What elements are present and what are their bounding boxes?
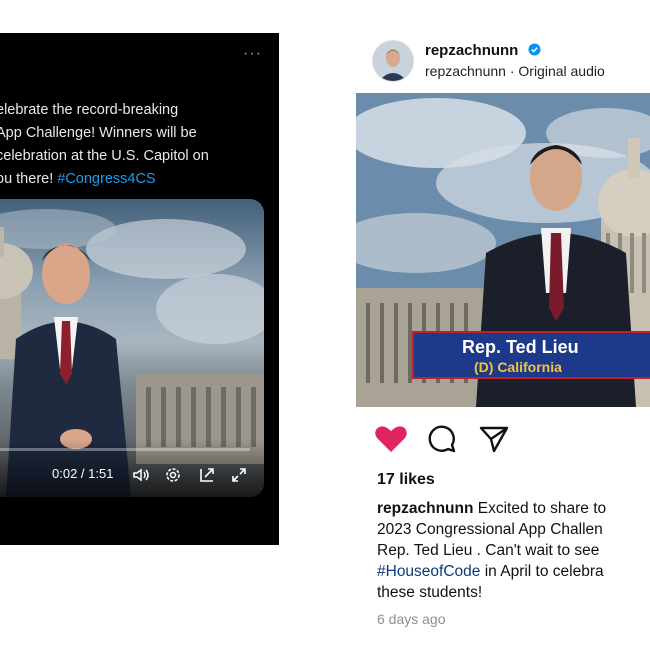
- username-text: repzachnunn: [425, 42, 519, 59]
- caption-line: #HouseofCode in April to celebra: [377, 561, 650, 582]
- name-banner: Rep. Ted Lieu (D) California: [412, 331, 650, 379]
- caption-line: 2023 Congressional App Challen: [377, 521, 603, 538]
- caption-username[interactable]: repzachnunn: [377, 500, 473, 517]
- post-caption: repzachnunn Excited to share to 2023 Con…: [377, 498, 650, 603]
- verified-badge-icon: [527, 43, 541, 56]
- share-icon[interactable]: [478, 424, 510, 454]
- likes-count[interactable]: 17 likes: [377, 471, 435, 489]
- avatar-image: [373, 41, 413, 81]
- video-progress-bar[interactable]: [0, 448, 250, 451]
- avatar[interactable]: [372, 40, 414, 82]
- comment-icon[interactable]: [427, 424, 457, 454]
- caption-text: Excited to share to: [473, 500, 607, 517]
- heart-icon[interactable]: [374, 424, 408, 454]
- caption-line: Rep. Ted Lieu . Can't wait to see: [377, 542, 600, 559]
- caption-line: these students!: [377, 584, 483, 601]
- tweet-line: App Challenge! Winners will be: [0, 125, 197, 141]
- caption-line: repzachnunn Excited to share to: [377, 498, 650, 519]
- post-video[interactable]: Rep. Ted Lieu (D) California: [356, 93, 650, 407]
- hashtag-link[interactable]: #Congress4CS: [57, 171, 155, 187]
- banner-name: Rep. Ted Lieu: [462, 337, 579, 357]
- video-time: 0:02 / 1:51: [52, 466, 114, 481]
- tweet-line: ou there! #Congress4CS: [0, 168, 279, 191]
- banner-state: (D) California: [474, 359, 562, 375]
- audio-subtitle[interactable]: repzachnunn · Original audio: [425, 63, 605, 79]
- tweet-line-text: ou there!: [0, 171, 58, 187]
- caption-text: in April to celebra: [480, 563, 604, 580]
- picture-in-picture-icon[interactable]: [198, 466, 216, 484]
- tweet-text: elebrate the record-breaking App Challen…: [0, 99, 279, 191]
- tweet-video-player[interactable]: 0:02 / 1:51: [0, 199, 264, 497]
- volume-icon[interactable]: [132, 466, 150, 484]
- twitter-post-card: ··· elebrate the record-breaking App Cha…: [0, 33, 279, 545]
- tweet-line: celebration at the U.S. Capitol on: [0, 148, 209, 164]
- caption-hashtag[interactable]: #HouseofCode: [377, 563, 480, 580]
- post-username[interactable]: repzachnunn: [425, 42, 541, 59]
- more-horizontal-icon[interactable]: ···: [243, 45, 262, 63]
- post-timestamp: 6 days ago: [377, 611, 446, 627]
- tweet-line: elebrate the record-breaking: [0, 102, 179, 118]
- fullscreen-icon[interactable]: [230, 466, 248, 484]
- settings-icon[interactable]: [164, 466, 182, 484]
